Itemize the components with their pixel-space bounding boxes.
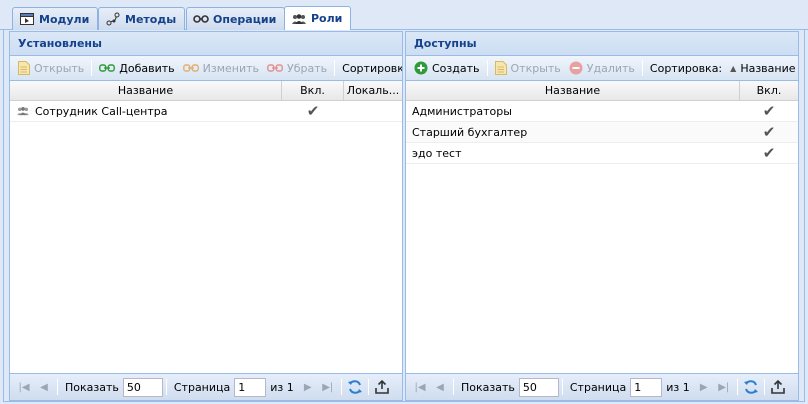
link-add-icon bbox=[99, 63, 116, 73]
link-remove-icon bbox=[267, 63, 283, 73]
link-edit-icon bbox=[182, 63, 199, 73]
tab-label: Операции bbox=[213, 12, 277, 26]
toolbar-separator bbox=[641, 60, 643, 76]
refresh-icon[interactable] bbox=[741, 377, 761, 397]
of-pages-label: из 1 bbox=[270, 380, 294, 394]
toolbar-separator bbox=[736, 379, 738, 395]
page-label: Страница bbox=[569, 380, 627, 394]
show-label: Показать bbox=[461, 380, 515, 394]
installed-toolbar: Открыть Добавить Изменить Убрать Сортиро… bbox=[10, 56, 402, 81]
grid-header: Название Вкл. bbox=[406, 81, 798, 101]
available-toolbar: Создать Открыть Удалить Сортировка: ▲ На… bbox=[406, 56, 798, 81]
grid-header: Название Вкл. Локаль... bbox=[10, 81, 402, 101]
table-row[interactable]: Сотрудник Call-центра ✔ bbox=[10, 101, 402, 122]
remove-button[interactable]: Убрать bbox=[263, 57, 331, 79]
role-icon bbox=[16, 106, 30, 116]
row-name: Администраторы bbox=[412, 104, 512, 118]
document-icon bbox=[494, 61, 507, 75]
next-page-icon[interactable]: ▶ bbox=[694, 377, 714, 397]
page-label: Страница bbox=[173, 380, 231, 394]
of-pages-label: из 1 bbox=[666, 380, 690, 394]
toolbar-separator bbox=[340, 379, 342, 395]
export-icon[interactable] bbox=[768, 377, 788, 397]
available-pager: |◀ ◀ Показать Страница из 1 ▶ ▶| bbox=[406, 373, 798, 400]
minus-icon bbox=[569, 61, 583, 75]
installed-pager: |◀ ◀ Показать Страница из 1 ▶ ▶| bbox=[10, 373, 402, 400]
operations-icon bbox=[193, 12, 209, 26]
toolbar-separator bbox=[165, 379, 167, 395]
toolbar-separator bbox=[367, 379, 369, 395]
prev-page-icon[interactable]: ◀ bbox=[430, 377, 450, 397]
toolbar-separator bbox=[561, 379, 563, 395]
tab-label: Методы bbox=[125, 12, 177, 26]
show-label: Показать bbox=[65, 380, 119, 394]
document-icon bbox=[18, 61, 30, 75]
tab-methods[interactable]: Методы bbox=[98, 7, 186, 30]
last-page-icon[interactable]: ▶| bbox=[714, 377, 734, 397]
last-page-icon[interactable]: ▶| bbox=[318, 377, 338, 397]
page-number-input[interactable] bbox=[630, 377, 663, 397]
column-header-enabled[interactable]: Вкл. bbox=[282, 81, 344, 100]
module-icon bbox=[19, 12, 35, 26]
installed-panel: Установлены Открыть Добавить Изменить Уб… bbox=[9, 31, 403, 401]
roles-icon bbox=[291, 12, 307, 26]
next-page-icon[interactable]: ▶ bbox=[298, 377, 318, 397]
panel-title: Установлены bbox=[10, 32, 402, 56]
toolbar-separator bbox=[486, 60, 488, 76]
tab-label: Роли bbox=[311, 12, 343, 25]
sort-asc-icon: ▲ bbox=[730, 63, 737, 73]
sort-by-name-button[interactable]: ▲ Название bbox=[726, 57, 798, 79]
refresh-icon[interactable] bbox=[345, 377, 365, 397]
toolbar-separator bbox=[57, 379, 58, 395]
plus-icon bbox=[414, 61, 428, 75]
sort-label: Сортировка: bbox=[342, 61, 402, 75]
page-size-input[interactable] bbox=[122, 377, 163, 397]
page-number-input[interactable] bbox=[234, 377, 267, 397]
tab-label: Модули bbox=[39, 12, 90, 26]
column-header-enabled[interactable]: Вкл. bbox=[740, 81, 798, 100]
toolbar-separator bbox=[334, 60, 336, 76]
column-header-name[interactable]: Название bbox=[406, 81, 740, 100]
enabled-checkmark: ✔ bbox=[762, 102, 776, 120]
enabled-checkmark: ✔ bbox=[306, 102, 320, 120]
panel-title: Доступны bbox=[406, 32, 798, 56]
available-grid: Администраторы ✔ Старший бухгалтер ✔ эдо… bbox=[406, 101, 798, 367]
row-name: Сотрудник Call-центра bbox=[35, 104, 168, 118]
toolbar-separator bbox=[91, 60, 93, 76]
enabled-checkmark: ✔ bbox=[762, 144, 776, 162]
table-row[interactable]: Старший бухгалтер ✔ bbox=[406, 122, 798, 143]
available-panel: Доступны Создать Открыть Удалить Сортиро… bbox=[405, 31, 799, 401]
open-button[interactable]: Открыть bbox=[14, 57, 88, 79]
tab-modules[interactable]: Модули bbox=[12, 7, 99, 30]
row-name: эдо тест bbox=[412, 146, 462, 160]
methods-icon bbox=[105, 12, 121, 26]
row-name: Старший бухгалтер bbox=[412, 125, 528, 139]
first-page-icon[interactable]: |◀ bbox=[410, 377, 430, 397]
prev-page-icon[interactable]: ◀ bbox=[34, 377, 54, 397]
enabled-checkmark: ✔ bbox=[762, 123, 776, 141]
tab-bar: Модули Методы Операции Роли bbox=[0, 0, 808, 30]
add-button[interactable]: Добавить bbox=[95, 57, 178, 79]
column-header-name[interactable]: Название bbox=[10, 81, 282, 100]
export-icon[interactable] bbox=[372, 377, 392, 397]
column-header-local[interactable]: Локаль... bbox=[344, 81, 402, 100]
sort-label: Сортировка: bbox=[649, 61, 723, 75]
open-button[interactable]: Открыть bbox=[491, 57, 565, 79]
installed-grid: Сотрудник Call-центра ✔ bbox=[10, 101, 402, 367]
toolbar-separator bbox=[763, 379, 765, 395]
table-row[interactable]: Администраторы ✔ bbox=[406, 101, 798, 122]
edit-button[interactable]: Изменить bbox=[179, 57, 263, 79]
create-button[interactable]: Создать bbox=[410, 57, 484, 79]
delete-button[interactable]: Удалить bbox=[565, 57, 639, 79]
table-row[interactable]: эдо тест ✔ bbox=[406, 143, 798, 164]
page-size-input[interactable] bbox=[518, 377, 559, 397]
tab-operations[interactable]: Операции bbox=[186, 7, 286, 30]
first-page-icon[interactable]: |◀ bbox=[14, 377, 34, 397]
tab-roles[interactable]: Роли bbox=[284, 6, 352, 30]
toolbar-separator bbox=[453, 379, 454, 395]
